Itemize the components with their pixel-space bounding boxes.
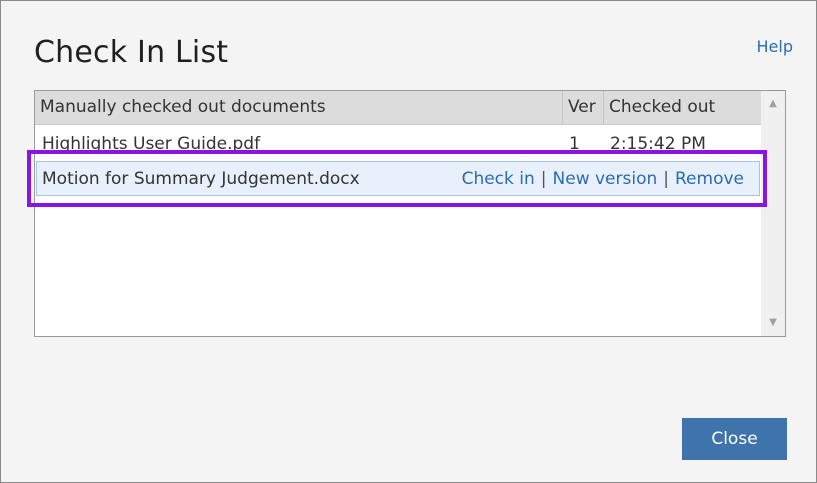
- chevron-up-icon[interactable]: ▲: [761, 93, 785, 115]
- table-row-selected[interactable]: Motion for Summary Judgement.docx Check …: [36, 161, 760, 196]
- dialog-title: Check In List: [34, 35, 229, 70]
- column-header-version[interactable]: Ver: [563, 91, 604, 124]
- table-row[interactable]: Highlights User Guide.pdf 1 2:15:42 PM: [35, 127, 761, 161]
- action-separator: |: [540, 169, 547, 189]
- document-list-content: Manually checked out documents Ver Check…: [35, 91, 761, 336]
- row-actions: Check in | New version | Remove: [462, 162, 744, 196]
- close-button[interactable]: Close: [682, 418, 787, 460]
- column-header-checked-out[interactable]: Checked out: [604, 91, 761, 124]
- document-name: Highlights User Guide.pdf: [42, 134, 261, 154]
- vertical-scrollbar[interactable]: ▲ ▼: [761, 91, 785, 336]
- chevron-down-icon[interactable]: ▼: [761, 312, 785, 334]
- help-link[interactable]: Help: [757, 37, 793, 56]
- document-list: Manually checked out documents Ver Check…: [34, 90, 786, 337]
- check-in-dialog: Check In List Help Manually checked out …: [0, 0, 817, 483]
- new-version-link[interactable]: New version: [553, 169, 658, 189]
- table-header: Manually checked out documents Ver Check…: [35, 91, 761, 125]
- action-separator: |: [663, 169, 669, 189]
- document-version: 1: [569, 134, 580, 154]
- checked-out-time: 2:15:42 PM: [610, 134, 706, 154]
- remove-link[interactable]: Remove: [675, 169, 744, 189]
- document-name: Motion for Summary Judgement.docx: [42, 169, 360, 189]
- column-header-documents[interactable]: Manually checked out documents: [35, 91, 563, 124]
- check-in-link[interactable]: Check in: [462, 169, 535, 189]
